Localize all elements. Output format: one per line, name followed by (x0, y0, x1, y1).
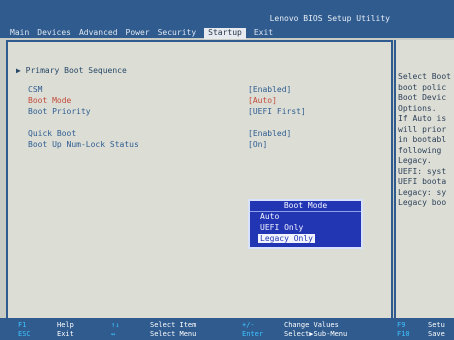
plus-minus-key: +/- (242, 321, 255, 329)
arrow-keys-icon: ↑↓ (111, 321, 120, 329)
f10-key: F10 (397, 330, 410, 338)
tab-security[interactable]: Security (158, 28, 197, 39)
setup-action: Setu (428, 321, 445, 329)
f9-key: F9 (397, 321, 406, 329)
submenu-action: Select▶Sub-Menu (284, 330, 348, 338)
f1-key: F1 (18, 321, 27, 329)
bios-brand: Lenovo BIOS Setup Utility (269, 14, 390, 23)
tab-advanced[interactable]: Advanced (79, 28, 118, 39)
select-menu-action: Select Menu (150, 330, 197, 338)
quick-boot-value[interactable]: [Enabled] (248, 129, 291, 138)
bios-screen: Lenovo BIOS Setup Utility Main Devices A… (0, 0, 454, 340)
change-values-action: Change Values (284, 321, 339, 329)
option-legacy-only[interactable]: Legacy Only (258, 234, 315, 243)
option-uefi-only[interactable]: UEFI Only (260, 223, 303, 232)
enter-key: Enter (242, 330, 264, 338)
num-lock-label: Boot Up Num-Lock Status (28, 140, 139, 149)
tab-bar: Main Devices Advanced Power Security Sta… (0, 28, 273, 39)
csm-value[interactable]: [Enabled] (248, 85, 291, 94)
help-panel: Select Boot boot polic Boot Devic Option… (394, 40, 454, 318)
tab-exit[interactable]: Exit (254, 28, 273, 39)
top-bar: Lenovo BIOS Setup Utility Main Devices A… (0, 0, 454, 39)
boot-mode-value[interactable]: [Auto] (248, 96, 277, 105)
tab-startup[interactable]: Startup (204, 28, 246, 39)
help-action: Help (57, 321, 74, 329)
boot-mode-popup[interactable]: Boot Mode Auto UEFI Only Legacy Only (248, 199, 363, 249)
quick-boot-label: Quick Boot (28, 129, 77, 138)
exit-action: Exit (57, 330, 74, 338)
tab-main[interactable]: Main (10, 28, 29, 39)
main-panel: ▶ Primary Boot Sequence CSM [Enabled] Bo… (6, 40, 393, 322)
left-right-icon: ↔ (111, 330, 116, 338)
boot-priority-value[interactable]: [UEFI First] (248, 107, 306, 116)
footer-bar: F1 Help ESC Exit ↑↓ Select Item ↔ Select… (0, 318, 454, 340)
tab-power[interactable]: Power (126, 28, 150, 39)
help-text: Select Boot boot polic Boot Devic Option… (398, 72, 451, 207)
option-auto[interactable]: Auto (260, 212, 279, 221)
primary-boot-sequence-link[interactable]: ▶ Primary Boot Sequence (16, 66, 127, 75)
save-action: Save (428, 330, 445, 338)
num-lock-value[interactable]: [On] (248, 140, 267, 149)
boot-mode-label: Boot Mode (28, 96, 72, 105)
esc-key: ESC (18, 330, 31, 338)
select-item-action: Select Item (150, 321, 197, 329)
popup-title: Boot Mode (250, 201, 361, 212)
tab-devices[interactable]: Devices (37, 28, 71, 39)
csm-label: CSM (28, 85, 43, 94)
boot-priority-label: Boot Priority (28, 107, 91, 116)
